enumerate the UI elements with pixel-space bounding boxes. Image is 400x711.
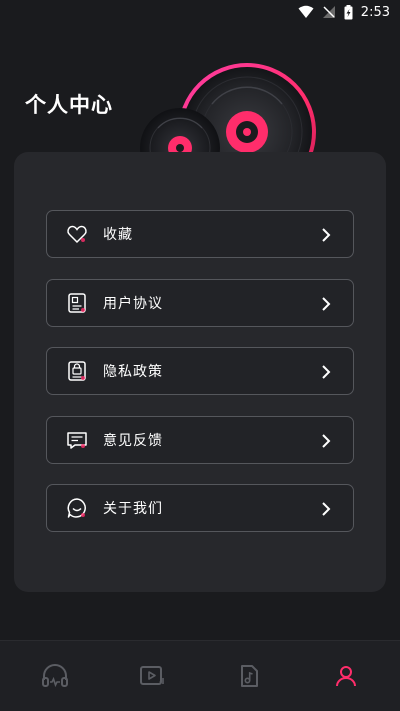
- heart-icon: [65, 222, 89, 246]
- wifi-icon: [298, 5, 314, 19]
- status-bar: 2:53: [0, 0, 400, 24]
- menu-item-favorites[interactable]: 收藏: [46, 210, 354, 258]
- menu-card: 收藏 用户协议 隐私政策 意见反馈 关于我们: [14, 152, 386, 592]
- tab-listen[interactable]: [25, 646, 85, 706]
- chevron-right-icon: [322, 228, 331, 242]
- menu-item-about-us[interactable]: 关于我们: [46, 484, 354, 532]
- menu-item-feedback[interactable]: 意见反馈: [46, 415, 354, 464]
- lock-document-icon: [65, 359, 89, 383]
- menu-item-label: 隐私政策: [103, 364, 163, 380]
- menu-item-privacy-policy[interactable]: 隐私政策: [46, 347, 354, 395]
- menu-item-label: 关于我们: [103, 501, 163, 517]
- tab-profile[interactable]: [316, 646, 376, 706]
- menu-item-label: 意见反馈: [103, 432, 163, 449]
- battery-icon: [344, 4, 353, 20]
- menu-list: 收藏 用户协议 隐私政策 意见反馈 关于我们: [46, 210, 354, 553]
- menu-item-user-agreement[interactable]: 用户协议: [46, 278, 354, 327]
- tab-video[interactable]: [122, 646, 182, 706]
- document-icon: [65, 291, 89, 315]
- smile-icon: [65, 496, 89, 520]
- video-icon: [139, 666, 164, 685]
- header-hero: 个人中心: [0, 24, 400, 156]
- chevron-right-icon: [322, 502, 331, 516]
- page-title: 个人中心: [25, 93, 113, 117]
- chevron-right-icon: [322, 433, 331, 448]
- status-time: 2:53: [360, 4, 390, 20]
- music-file-icon: [240, 665, 258, 687]
- chevron-right-icon: [322, 296, 331, 311]
- menu-item-label: 收藏: [103, 227, 133, 243]
- tab-music[interactable]: [219, 646, 279, 706]
- headphones-icon: [41, 664, 68, 688]
- user-icon: [335, 666, 356, 687]
- message-icon: [65, 428, 89, 452]
- menu-item-label: 用户协议: [103, 295, 163, 312]
- bottom-tab-bar: [0, 640, 400, 711]
- signal-icon: [322, 5, 336, 19]
- chevron-right-icon: [322, 365, 331, 379]
